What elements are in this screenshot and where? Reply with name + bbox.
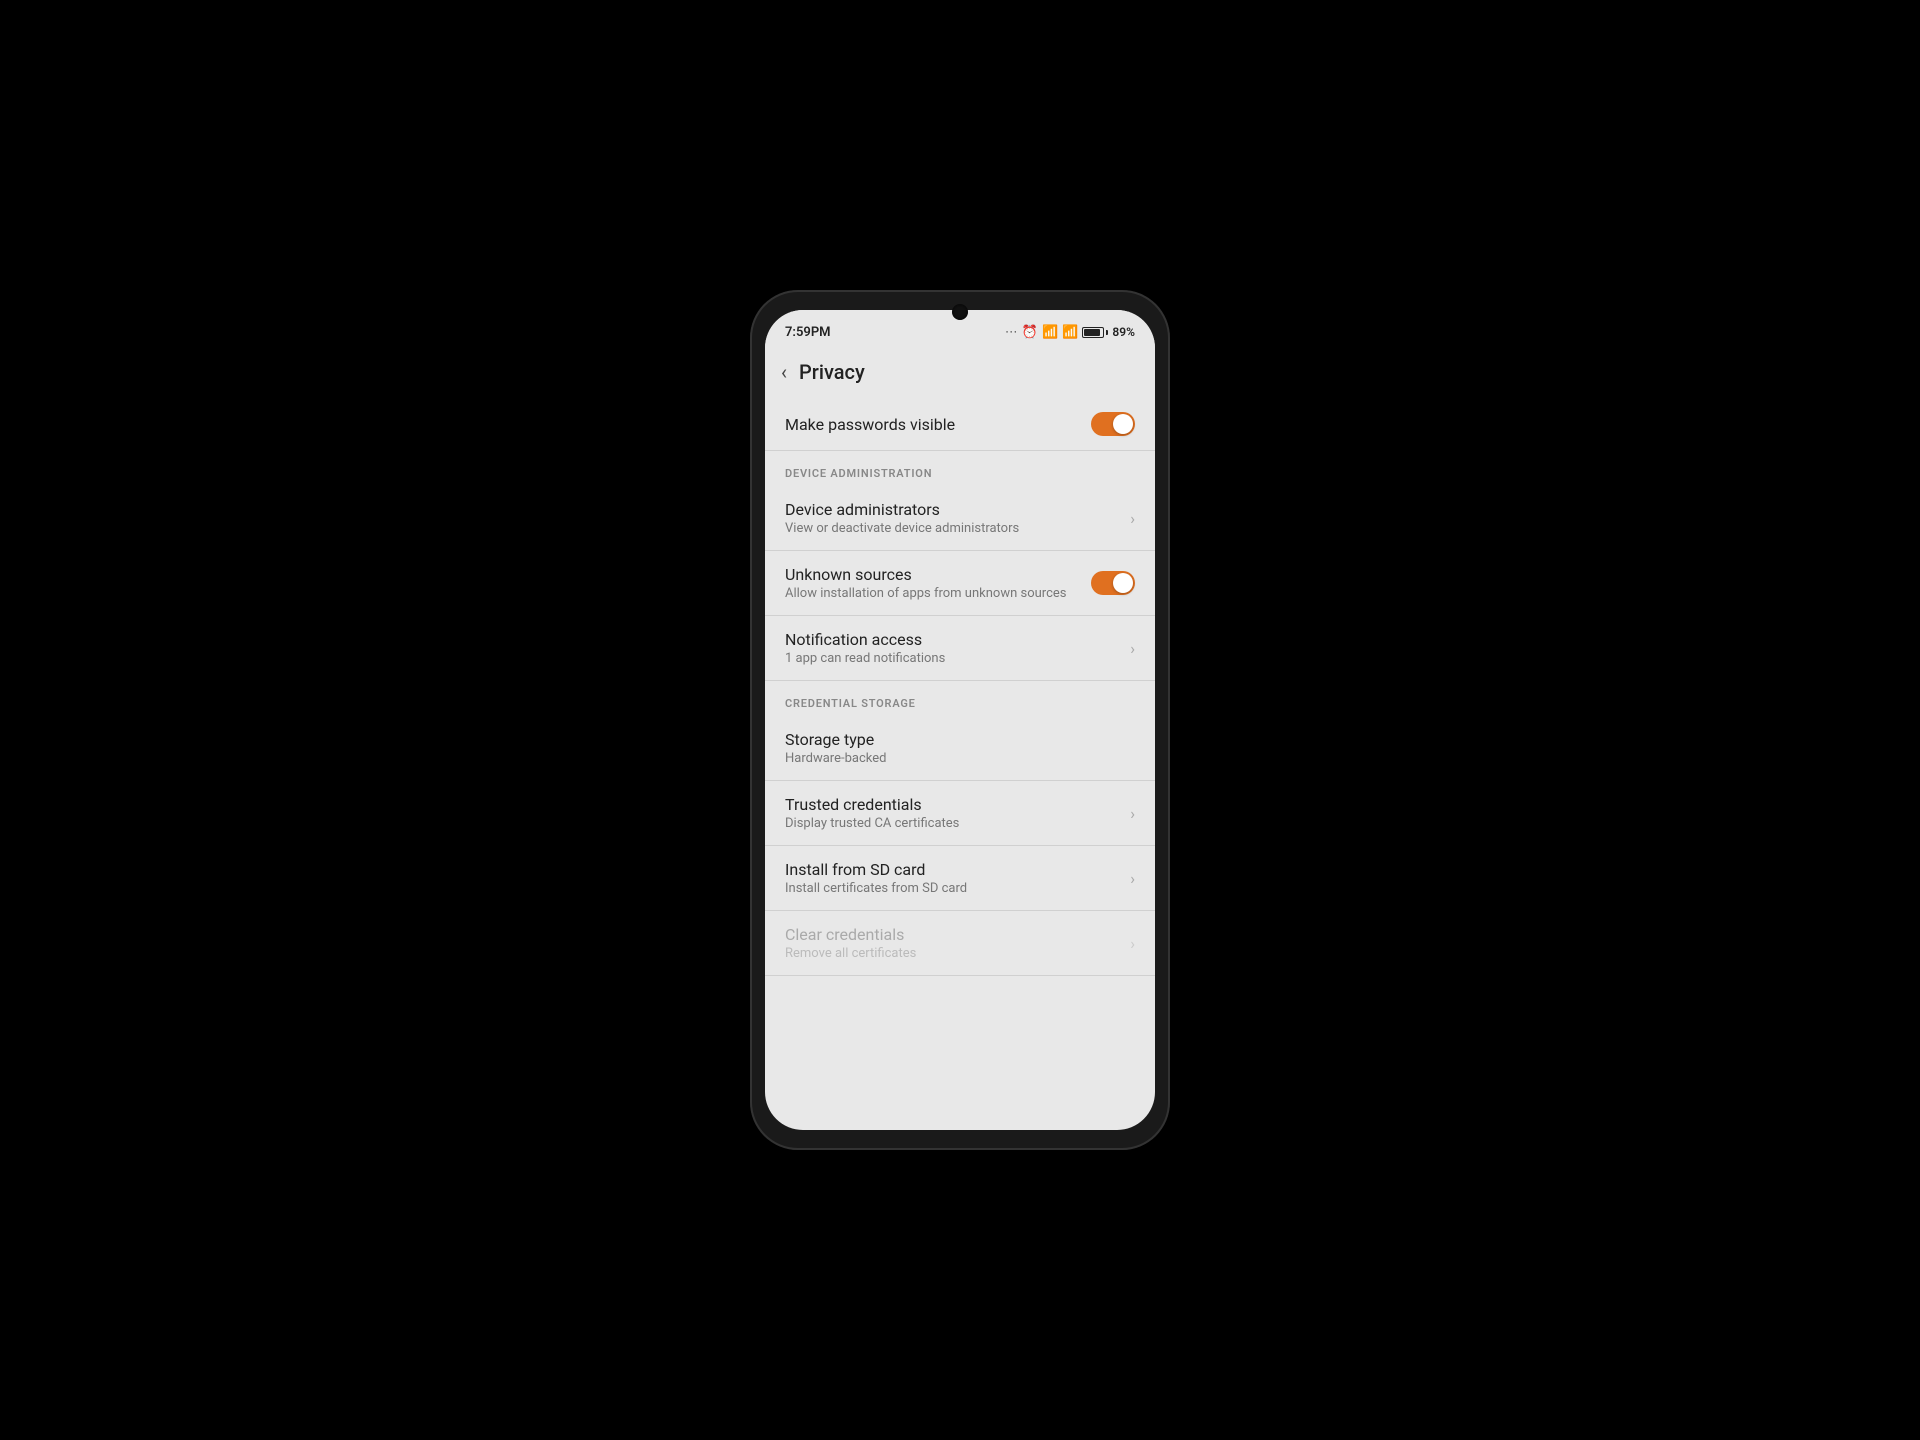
setting-row-storage-type: Storage type Hardware-backed [765, 716, 1155, 781]
chevron-device-admin: › [1130, 509, 1135, 528]
chevron-clear-credentials: › [1130, 934, 1135, 953]
setting-text-clear-credentials: Clear credentials Remove all certificate… [785, 925, 1122, 961]
setting-title-trusted-credentials: Trusted credentials [785, 795, 1122, 814]
settings-content: Make passwords visible DEVICE ADMINISTRA… [765, 398, 1155, 976]
setting-text-unknown-sources: Unknown sources Allow installation of ap… [785, 565, 1091, 601]
chevron-install-sd: › [1130, 869, 1135, 888]
phone-device: 7:59PM ··· ⏰ 📶 📶 89% ‹ Privacy [750, 290, 1170, 1150]
battery-percent: 89% [1112, 325, 1135, 339]
setting-row-trusted-credentials[interactable]: Trusted credentials Display trusted CA c… [765, 781, 1155, 846]
setting-text-make-passwords: Make passwords visible [785, 415, 1091, 434]
setting-subtitle-install-sd: Install certificates from SD card [785, 881, 1122, 896]
setting-subtitle-notification-access: 1 app can read notifications [785, 651, 1122, 666]
setting-text-device-admin: Device administrators View or deactivate… [785, 500, 1122, 536]
setting-text-notification-access: Notification access 1 app can read notif… [785, 630, 1122, 666]
alarm-icon: ⏰ [1022, 325, 1038, 340]
signal-icon: 📶 [1062, 325, 1078, 340]
setting-title-make-passwords: Make passwords visible [785, 415, 1091, 434]
setting-text-install-sd: Install from SD card Install certificate… [785, 860, 1122, 896]
toggle-knob-make-passwords [1113, 414, 1133, 434]
toggle-unknown-sources[interactable] [1091, 571, 1135, 595]
setting-title-storage-type: Storage type [785, 730, 1135, 749]
setting-subtitle-storage-type: Hardware-backed [785, 751, 1135, 766]
chevron-notification-access: › [1130, 639, 1135, 658]
setting-text-trusted-credentials: Trusted credentials Display trusted CA c… [785, 795, 1122, 831]
section-header-device-admin: DEVICE ADMINISTRATION [765, 451, 1155, 486]
setting-title-clear-credentials: Clear credentials [785, 925, 1122, 944]
status-icons: ··· ⏰ 📶 📶 89% [1005, 325, 1135, 340]
setting-subtitle-unknown-sources: Allow installation of apps from unknown … [785, 586, 1091, 601]
setting-title-install-sd: Install from SD card [785, 860, 1122, 879]
setting-text-storage-type: Storage type Hardware-backed [785, 730, 1135, 766]
setting-title-notification-access: Notification access [785, 630, 1122, 649]
toggle-knob-unknown-sources [1113, 573, 1133, 593]
section-header-credential-storage: CREDENTIAL STORAGE [765, 681, 1155, 716]
wifi-icon: 📶 [1042, 325, 1058, 340]
dots-icon: ··· [1005, 325, 1017, 339]
page-header: ‹ Privacy [765, 346, 1155, 398]
battery-icon [1082, 327, 1108, 338]
setting-row-clear-credentials: Clear credentials Remove all certificate… [765, 911, 1155, 976]
page-title: Privacy [799, 360, 865, 384]
setting-subtitle-clear-credentials: Remove all certificates [785, 946, 1122, 961]
back-button[interactable]: ‹ [781, 360, 787, 384]
setting-row-make-passwords-visible[interactable]: Make passwords visible [765, 398, 1155, 451]
chevron-trusted-credentials: › [1130, 804, 1135, 823]
toggle-make-passwords[interactable] [1091, 412, 1135, 436]
setting-row-notification-access[interactable]: Notification access 1 app can read notif… [765, 616, 1155, 681]
setting-row-unknown-sources[interactable]: Unknown sources Allow installation of ap… [765, 551, 1155, 616]
setting-subtitle-device-admin: View or deactivate device administrators [785, 521, 1122, 536]
setting-subtitle-trusted-credentials: Display trusted CA certificates [785, 816, 1122, 831]
setting-title-device-admin: Device administrators [785, 500, 1122, 519]
setting-row-device-administrators[interactable]: Device administrators View or deactivate… [765, 486, 1155, 551]
setting-row-install-sd[interactable]: Install from SD card Install certificate… [765, 846, 1155, 911]
phone-screen: 7:59PM ··· ⏰ 📶 📶 89% ‹ Privacy [765, 310, 1155, 1130]
setting-title-unknown-sources: Unknown sources [785, 565, 1091, 584]
phone-notch [952, 304, 968, 320]
status-time: 7:59PM [785, 325, 831, 340]
